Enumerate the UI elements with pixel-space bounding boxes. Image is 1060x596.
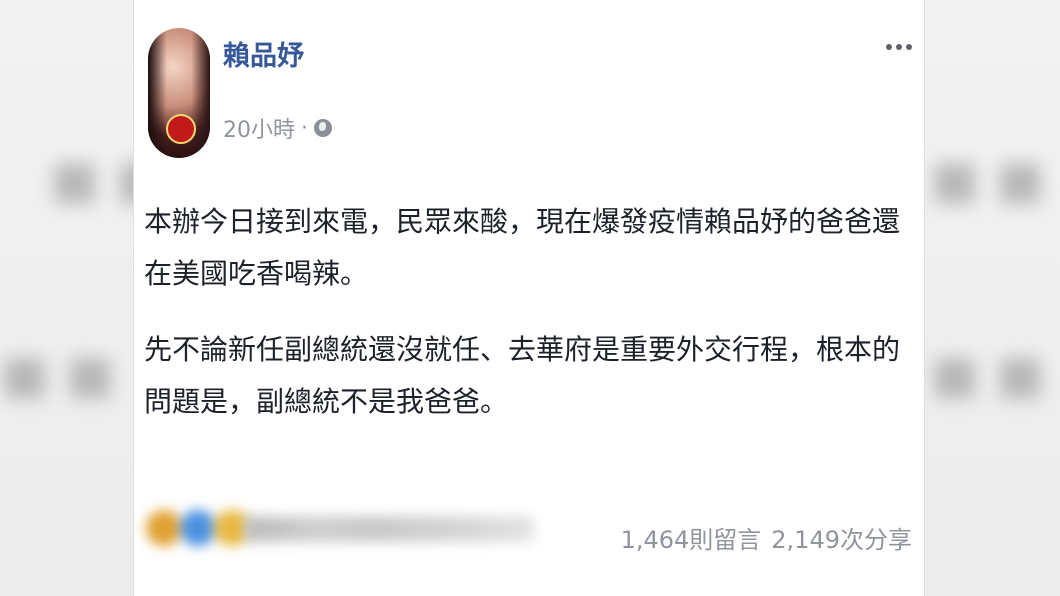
post-counts: 1,464則留言 2,149次分享 [621, 520, 912, 555]
post-body: 本辦今日接到來電，民眾來酸，現在爆發疫情賴品妤的爸爸還在美國吃香喝辣。 先不論新… [144, 196, 904, 452]
more-icon-dot [886, 44, 892, 50]
more-icon-dot [906, 44, 912, 50]
author-name[interactable]: 賴品妤 [223, 34, 304, 73]
post-paragraph: 本辦今日接到來電，民眾來酸，現在爆發疫情賴品妤的爸爸還在美國吃香喝辣。 [144, 205, 901, 290]
facebook-post-card: 賴品妤 20小時 · 本辦今日接到來電，民眾來酸，現在爆發疫情賴品妤的爸爸還在美… [133, 0, 925, 596]
reaction-icons[interactable] [144, 508, 252, 548]
blurred-background-text: ■ ■ [930, 345, 1045, 405]
reaction-names[interactable] [244, 516, 534, 542]
more-icon-dot [896, 44, 902, 50]
post-meta: 20小時 · [223, 112, 332, 144]
meta-separator: · [301, 115, 308, 141]
post-footer: 1,464則留言 2,149次分享 [134, 500, 926, 570]
avatar-badge [166, 114, 196, 144]
post-time[interactable]: 20小時 [223, 112, 295, 144]
more-icon[interactable] [886, 44, 912, 50]
share-count[interactable]: 2,149次分享 [771, 520, 912, 555]
globe-icon[interactable] [314, 119, 332, 137]
blurred-background-text: ■ ■ [930, 150, 1045, 210]
avatar[interactable] [148, 28, 210, 158]
comment-count[interactable]: 1,464則留言 [621, 520, 762, 555]
post-paragraph: 先不論新任副總統還沒就任、去華府是重要外交行程，根本的問題是，副總統不是我爸爸。 [144, 333, 901, 418]
blurred-background-text: ■ ■ [0, 345, 115, 405]
